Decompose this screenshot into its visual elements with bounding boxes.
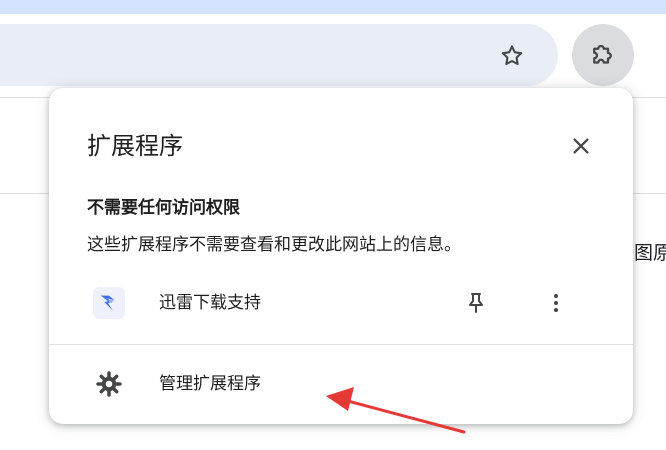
puzzle-icon: [593, 44, 612, 64]
close-button[interactable]: [561, 126, 601, 166]
bookmark-star-button[interactable]: [494, 38, 530, 74]
section-heading: 不需要任何访问权限: [87, 198, 240, 218]
page-divider-right: [630, 193, 666, 194]
panel-divider: [49, 344, 633, 345]
address-bar[interactable]: [0, 24, 558, 86]
more-vert-icon: [554, 294, 558, 312]
gear-icon: [93, 368, 125, 400]
manage-extensions-label: 管理扩展程序: [159, 374, 261, 394]
top-tab-strip: [0, 0, 666, 14]
pin-extension-button[interactable]: [457, 284, 495, 322]
more-actions-button[interactable]: [537, 284, 575, 322]
page-partial-text: 图原: [634, 242, 666, 264]
panel-title: 扩展程序: [87, 132, 183, 160]
thunder-download-logo: [93, 287, 125, 319]
star-icon: [501, 45, 523, 66]
pin-icon: [469, 293, 483, 313]
extension-row[interactable]: 迅雷下载支持: [49, 278, 633, 326]
extensions-button[interactable]: [572, 24, 634, 86]
red-arrow-annotation: [326, 387, 466, 434]
extension-name: 迅雷下载支持: [159, 293, 261, 313]
close-icon: [573, 138, 589, 154]
thunder-bird-icon: [100, 295, 115, 311]
extensions-menu-panel: 扩展程序 不需要任何访问权限 这些扩展程序不需要查看和更改此网站上的信息。 迅雷…: [49, 88, 633, 424]
section-description: 这些扩展程序不需要查看和更改此网站上的信息。: [87, 235, 461, 255]
